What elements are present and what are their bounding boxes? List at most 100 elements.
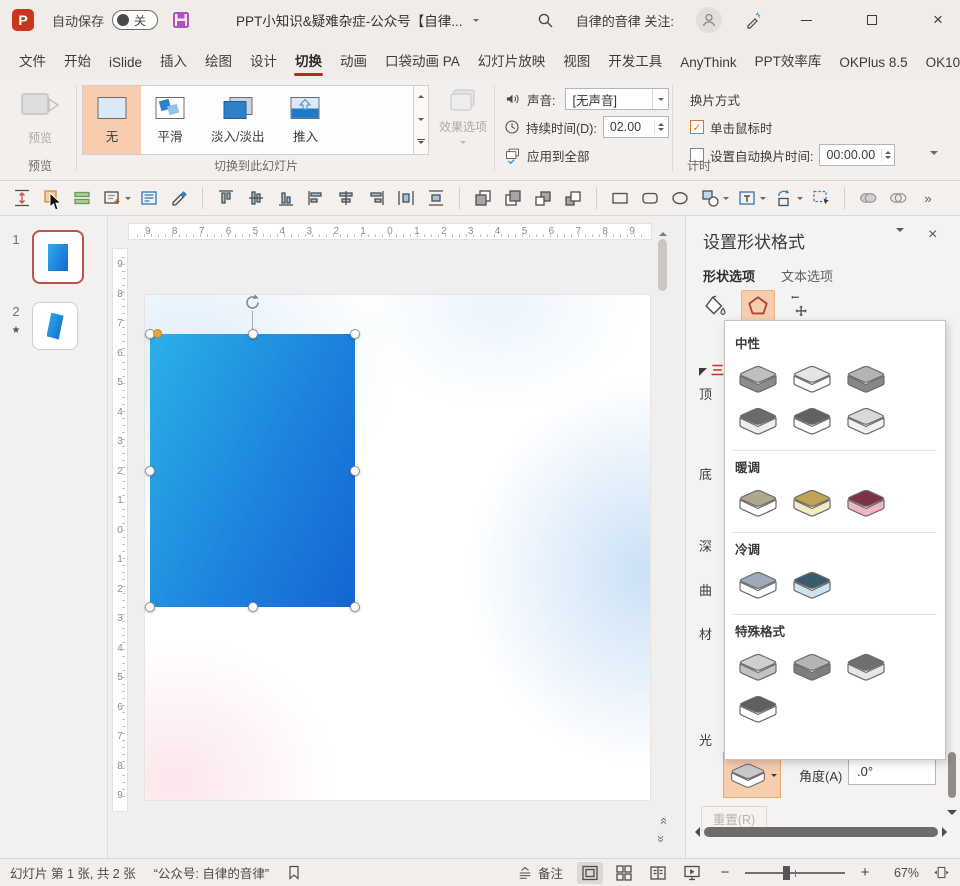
close-button[interactable]: ×	[916, 0, 960, 40]
panel-scroll-left-icon[interactable]	[690, 827, 700, 837]
bevel-preset-特殊格式-2[interactable]	[789, 648, 835, 686]
fit-to-window-icon[interactable]	[933, 864, 950, 881]
bevel-preset-中性-2[interactable]	[789, 360, 835, 398]
align-top-icon[interactable]	[214, 186, 238, 210]
ribbon-tab-15[interactable]: OKPlus 8.5	[830, 47, 916, 79]
ink-pen-icon[interactable]	[744, 11, 762, 29]
previous-slide-icon[interactable]: »	[654, 813, 670, 829]
effect-options-button[interactable]: 效果选项	[436, 87, 490, 151]
bevel-preset-特殊格式-4[interactable]	[735, 690, 781, 728]
tab-text-options[interactable]: 文本选项	[781, 266, 833, 289]
panel-scrollbar-thumb[interactable]	[948, 752, 956, 798]
zoom-in-icon[interactable]: +	[859, 864, 871, 881]
text-box-icon[interactable]	[735, 186, 759, 210]
align-bottom-icon[interactable]	[274, 186, 298, 210]
transition-push[interactable]: 推入	[276, 86, 334, 154]
bevel-preset-中性-3[interactable]	[843, 360, 889, 398]
bevel-preset-暖调-3[interactable]	[843, 484, 889, 522]
bevel-preset-中性-6[interactable]	[843, 402, 889, 440]
change-shape-icon[interactable]	[772, 186, 796, 210]
rounded-rectangle-icon[interactable]	[638, 186, 662, 210]
tab-shape-options[interactable]: 形状选项	[703, 266, 755, 289]
save-icon[interactable]	[172, 11, 190, 29]
transition-fade[interactable]: 淡入/淡出	[199, 86, 276, 154]
insert-placeholder-caret-icon[interactable]	[125, 197, 131, 203]
slideshow-icon[interactable]	[679, 862, 705, 884]
on-mouse-click-option[interactable]: ✓ 单击鼠标时	[690, 115, 773, 139]
zoom-slider-thumb[interactable]	[783, 866, 790, 880]
distribute-horizontal-icon[interactable]	[394, 186, 418, 210]
bevel-preset-特殊格式-1[interactable]	[735, 648, 781, 686]
slide-thumbnail-1[interactable]: 1	[0, 230, 108, 284]
auto-advance-up-icon[interactable]	[885, 148, 891, 154]
rotate-handle-icon[interactable]	[243, 293, 262, 312]
ribbon-tab-9[interactable]: 口袋动画 PA	[376, 42, 469, 79]
resize-handle-bottom-right[interactable]	[350, 602, 360, 612]
canvas-vertical-scrollbar[interactable]: » »	[656, 221, 669, 856]
align-left-icon[interactable]	[304, 186, 328, 210]
normal-view-icon[interactable]	[577, 862, 603, 884]
slide-thumbnail-2[interactable]: 2★	[0, 302, 108, 350]
ribbon-tab-5[interactable]: 绘图	[196, 42, 241, 79]
horizontal-ruler[interactable]: 9876543210123456789	[128, 223, 652, 240]
panel-horizontal-scrollbar[interactable]	[690, 824, 952, 839]
shapes-caret-icon[interactable]	[723, 197, 729, 203]
ribbon-tab-12[interactable]: 开发工具	[599, 42, 671, 79]
send-backward-icon[interactable]	[561, 186, 585, 210]
bevel-preset-冷调-2[interactable]	[789, 566, 835, 604]
angle-field[interactable]: .0°	[848, 758, 936, 785]
collapse-ribbon-icon[interactable]	[930, 155, 938, 170]
distribute-vertical-icon[interactable]	[424, 186, 448, 210]
align-center-icon[interactable]	[334, 186, 358, 210]
distribute-table-icon[interactable]	[70, 186, 94, 210]
slide-layout-icon[interactable]	[137, 186, 161, 210]
vertical-ruler[interactable]: 9876543210123456789	[112, 248, 128, 812]
bring-forward-icon[interactable]	[531, 186, 555, 210]
bevel-preset-暖调-1[interactable]	[735, 484, 781, 522]
sound-dropdown-caret-icon[interactable]	[652, 89, 668, 109]
bevel-preset-冷调-1[interactable]	[735, 566, 781, 604]
bevel-preset-中性-1[interactable]	[735, 360, 781, 398]
transition-morph[interactable]: 平滑	[141, 86, 199, 154]
account-text[interactable]: 自律的音律 关注:	[576, 11, 674, 30]
zoom-out-icon[interactable]: −	[719, 864, 731, 881]
resize-handle-top-center[interactable]	[248, 329, 258, 339]
align-right-icon[interactable]	[364, 186, 388, 210]
panel-close-icon[interactable]: ×	[928, 226, 937, 244]
duration-spinner[interactable]: 02.00	[603, 116, 669, 138]
bevel-preset-中性-4[interactable]	[735, 402, 781, 440]
effects-pentagon-icon[interactable]	[741, 290, 775, 322]
resize-handle-middle-left[interactable]	[145, 466, 155, 476]
ribbon-tab-10[interactable]: 幻灯片放映	[469, 42, 555, 79]
selected-shape-rectangle[interactable]	[150, 334, 355, 607]
shapes-icon[interactable]	[698, 186, 722, 210]
title-dropdown-icon[interactable]	[473, 19, 479, 25]
ribbon-tab-4[interactable]: 插入	[151, 42, 196, 79]
fill-line-icon[interactable]	[699, 290, 733, 322]
preview-button[interactable]: 预览	[12, 87, 68, 149]
duration-up-icon[interactable]	[658, 120, 664, 126]
on-click-checkbox[interactable]: ✓	[690, 120, 704, 134]
align-middle-icon[interactable]	[244, 186, 268, 210]
gallery-scroll-down-icon[interactable]	[415, 113, 428, 127]
search-icon[interactable]	[537, 12, 554, 29]
gallery-more-icon[interactable]	[415, 136, 428, 150]
ribbon-tab-14[interactable]: PPT效率库	[746, 42, 831, 79]
ribbon-tab-3[interactable]: iSlide	[100, 47, 151, 79]
bring-to-front-icon[interactable]	[471, 186, 495, 210]
merge-shapes-combine-icon[interactable]	[886, 186, 910, 210]
fit-slide-height-icon[interactable]	[10, 186, 34, 210]
panel-hscrollbar-thumb[interactable]	[704, 827, 938, 837]
more-icon[interactable]: »	[916, 186, 940, 210]
transition-none[interactable]: 无	[83, 86, 141, 154]
bookmark-icon[interactable]	[287, 865, 301, 880]
panel-scroll-down-icon[interactable]	[947, 810, 957, 820]
panel-scroll-right-icon[interactable]	[942, 827, 952, 837]
account-avatar[interactable]	[696, 7, 722, 33]
insert-placeholder-icon[interactable]	[100, 186, 124, 210]
ribbon-tab-11[interactable]: 视图	[554, 42, 599, 79]
size-properties-icon[interactable]	[783, 290, 817, 322]
resize-handle-bottom-center[interactable]	[248, 602, 258, 612]
ribbon-tab-16[interactable]: OK10 GC	[917, 47, 960, 79]
autosave-toggle[interactable]: 关	[112, 10, 158, 30]
